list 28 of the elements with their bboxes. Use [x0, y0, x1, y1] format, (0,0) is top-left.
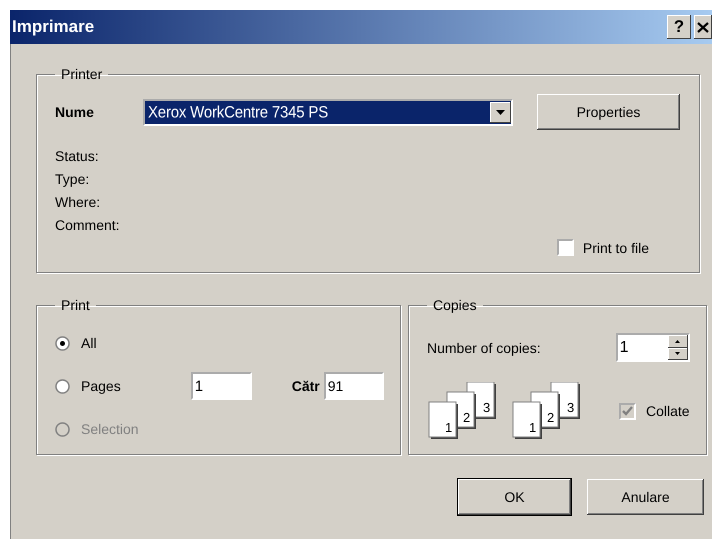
dialog-button[interactable]: OK: [458, 479, 571, 515]
radio-label: Selection: [81, 421, 139, 437]
copies-label: Number of copies:: [427, 340, 541, 356]
radio-option[interactable]: Pages: [55, 378, 121, 394]
help-button[interactable]: ?: [667, 15, 691, 39]
name-label: Nume: [55, 104, 95, 120]
to-label: Cătr: [292, 378, 320, 394]
radio-label: All: [81, 335, 97, 351]
page-stack-drawing: 3 2 1: [427, 382, 499, 440]
properties-button[interactable]: Properties: [537, 94, 680, 130]
info-label: Type:: [55, 171, 90, 187]
group-title: Print: [61, 297, 90, 313]
checkbox-label: Print to file: [582, 240, 649, 256]
printer-dropdown[interactable]: Xerox WorkCentre 7345 PS: [143, 98, 513, 126]
radio-label: Pages: [81, 378, 121, 394]
info-label: Where:: [55, 194, 102, 210]
page-stack-drawing: 3 2 1: [511, 382, 583, 440]
dialog-button[interactable]: Anulare: [587, 479, 704, 515]
group-title: Copies: [433, 297, 477, 313]
from-page-field[interactable]: 1: [190, 372, 252, 400]
info-label: Comment:: [55, 217, 121, 233]
copies-spinner[interactable]: 1: [616, 333, 690, 362]
to-page-field[interactable]: 91: [324, 372, 384, 400]
info-label: Status:: [55, 148, 100, 164]
window-title: Imprimare: [12, 17, 96, 37]
radio-option[interactable]: All: [55, 335, 97, 351]
checkbox-label: Collate: [646, 403, 690, 419]
group-title: Printer: [61, 66, 102, 82]
